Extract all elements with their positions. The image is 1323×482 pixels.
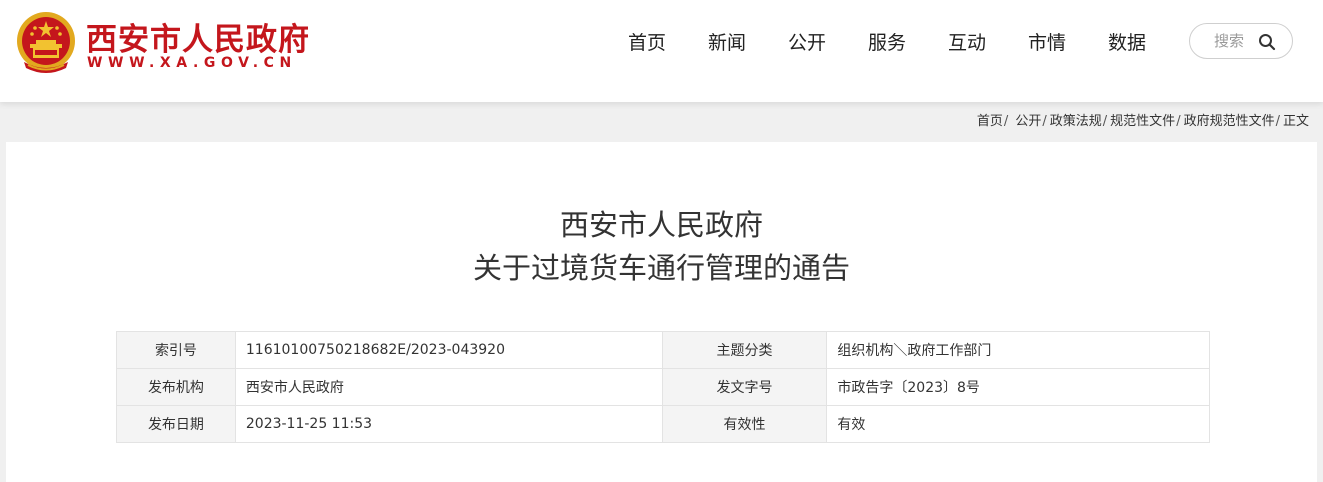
breadcrumb-separator: /	[1042, 114, 1047, 129]
breadcrumb-current: 正文	[1282, 114, 1309, 129]
meta-value-index: 11610100750218682E/2023-043920	[234, 331, 663, 369]
meta-label-index: 索引号	[116, 331, 236, 369]
nav-item-city-info[interactable]: 市情	[1007, 30, 1087, 56]
meta-value-validity: 有效	[826, 405, 1210, 443]
table-row: 发布机构 西安市人民政府 发文字号 市政告字〔2023〕8号	[116, 368, 1210, 406]
meta-label-category: 主题分类	[661, 331, 828, 369]
site-header: 西安市人民政府 WWW.XA.GOV.CN 首页 新闻 公开 服务 互动 市情 …	[0, 0, 1323, 102]
breadcrumb-gov-normative-docs[interactable]: 政府规范性文件	[1184, 114, 1275, 129]
meta-value-doc-number: 市政告字〔2023〕8号	[826, 368, 1210, 406]
breadcrumb-separator: /	[1102, 114, 1108, 129]
main-nav: 首页 新闻 公开 服务 互动 市情 数据	[607, 30, 1167, 56]
meta-label-publisher: 发布机构	[116, 368, 236, 406]
meta-value-publisher: 西安市人民政府	[234, 368, 663, 406]
nav-item-interaction[interactable]: 互动	[927, 30, 1007, 56]
document-meta-table: 索引号 11610100750218682E/2023-043920 主题分类 …	[116, 331, 1210, 443]
article-title-line1: 西安市人民政府	[559, 208, 763, 242]
breadcrumb-separator: /	[1275, 114, 1280, 129]
article-panel: 西安市人民政府 关于过境货车通行管理的通告 索引号 11610100750218…	[6, 142, 1317, 482]
national-emblem-icon[interactable]	[14, 10, 78, 76]
article-title-line2: 关于过境货车通行管理的通告	[472, 251, 850, 285]
search-label: 搜索	[1214, 32, 1245, 50]
breadcrumb-home[interactable]: 首页	[977, 114, 1003, 129]
nav-item-data[interactable]: 数据	[1087, 30, 1167, 56]
meta-label-validity: 有效性	[661, 405, 828, 443]
nav-item-service[interactable]: 服务	[847, 30, 927, 56]
search-icon[interactable]	[1258, 33, 1276, 51]
site-url[interactable]: WWW.XA.GOV.CN	[87, 55, 297, 71]
nav-item-home[interactable]: 首页	[607, 30, 687, 56]
breadcrumb-separator: /	[1003, 114, 1009, 129]
meta-label-date: 发布日期	[116, 405, 236, 443]
article-title: 西安市人民政府 关于过境货车通行管理的通告	[6, 204, 1317, 290]
breadcrumb-separator: /	[1176, 114, 1181, 129]
nav-item-news[interactable]: 新闻	[687, 30, 767, 56]
table-row: 索引号 11610100750218682E/2023-043920 主题分类 …	[116, 331, 1210, 369]
meta-label-doc-number: 发文字号	[661, 368, 828, 406]
site-title[interactable]: 西安市人民政府	[86, 14, 310, 59]
meta-value-date: 2023-11-25 11:53	[234, 405, 663, 443]
table-row: 发布日期 2023-11-25 11:53 有效性 有效	[116, 405, 1210, 443]
breadcrumb: 首页/ 公开/政策法规/规范性文件/政府规范性文件/正文	[977, 113, 1309, 131]
breadcrumb-normative-docs[interactable]: 规范性文件	[1110, 114, 1175, 129]
nav-item-public[interactable]: 公开	[767, 30, 847, 56]
breadcrumb-public[interactable]: 公开	[1015, 114, 1041, 129]
breadcrumb-policy[interactable]: 政策法规	[1050, 114, 1102, 129]
meta-value-category: 组织机构＼政府工作部门	[826, 331, 1210, 369]
search-box[interactable]: 搜索	[1189, 23, 1293, 59]
